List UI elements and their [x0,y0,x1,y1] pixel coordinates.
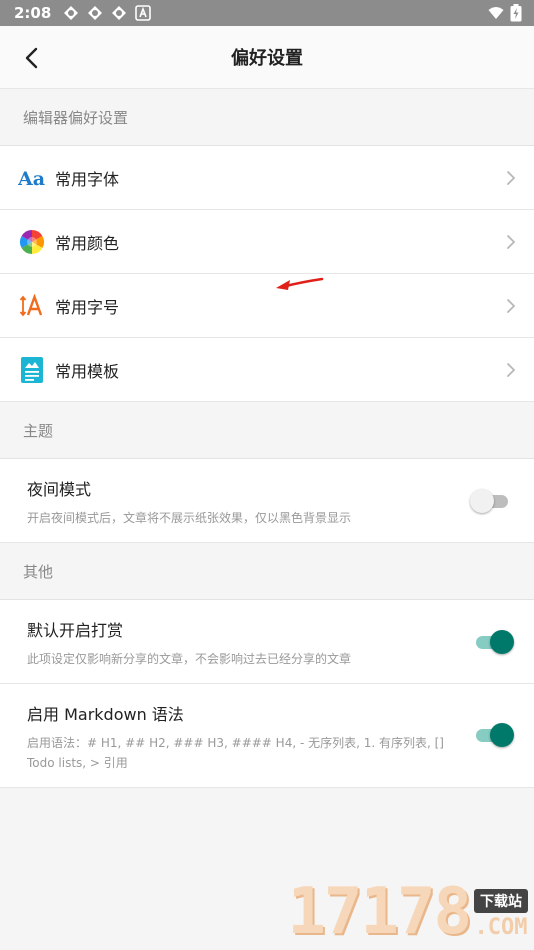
menu-item-label: 常用字体 [55,169,120,189]
setting-description: 此项设定仅影响新分享的文章，不会影响过去已经分享的文章 [27,652,352,666]
default-reward-toggle[interactable] [472,629,514,655]
chevron-right-icon [507,299,516,313]
watermark-badge: 下载站 [474,889,528,913]
svg-text:Aa: Aa [18,168,45,189]
markdown-toggle[interactable] [472,722,514,748]
wifi-icon [488,7,504,19]
watermark-suffix: .COM [474,915,528,940]
notification-icon [112,6,127,20]
back-arrow-icon[interactable] [18,44,46,72]
setting-default-reward: 默认开启打赏 此项设定仅影响新分享的文章，不会影响过去已经分享的文章 [0,600,534,684]
red-arrow-annotation [276,277,324,290]
menu-item-label: 常用字号 [55,297,120,317]
font-icon: Aa [18,164,46,192]
night-mode-toggle[interactable] [470,488,512,514]
menu-item-template[interactable]: 常用模板 [0,338,534,402]
section-title-other: 其他 [0,543,534,600]
toggle-thumb [490,630,514,654]
notification-icon [88,6,103,20]
status-bar: 2:08 [0,0,534,26]
chevron-right-icon [507,235,516,249]
menu-item-color[interactable]: 常用颜色 [0,210,534,274]
toggle-thumb [490,723,514,747]
notification-icon [64,6,79,20]
status-time: 2:08 [14,4,52,22]
menu-item-font[interactable]: Aa 常用字体 [0,146,534,210]
setting-title: 夜间模式 [27,480,92,499]
setting-markdown: 启用 Markdown 语法 启用语法：# H1, ## H2, ### H3,… [0,684,534,788]
page-title: 偏好设置 [231,48,303,69]
menu-item-label: 常用模板 [55,361,120,381]
chevron-right-icon [507,363,516,377]
menu-item-font-size[interactable]: 常用字号 [0,274,534,338]
toggle-thumb [470,489,494,513]
section-title-theme: 主题 [0,402,534,459]
section-title-editor: 编辑器偏好设置 [0,89,534,146]
status-right [488,4,522,22]
setting-night-mode: 夜间模式 开启夜间模式后，文章将不展示纸张效果，仅以黑色背景显示 [0,459,534,543]
template-icon [18,356,46,384]
watermark-logo: 17178 下载站 .COM [287,880,528,944]
watermark-right: 下载站 .COM [474,889,528,940]
setting-title: 启用 Markdown 语法 [27,705,184,724]
app-header: 偏好设置 [0,26,534,89]
battery-icon [510,4,522,22]
setting-description: 启用语法：# H1, ## H2, ### H3, #### H4, - 无序列… [27,736,444,770]
font-size-icon [18,292,46,320]
app-a-icon [135,5,152,21]
color-wheel-icon [18,228,46,256]
chevron-right-icon [507,171,516,185]
status-left: 2:08 [14,4,152,22]
setting-description: 开启夜间模式后，文章将不展示纸张效果，仅以黑色背景显示 [27,511,352,525]
setting-title: 默认开启打赏 [27,621,124,640]
menu-item-label: 常用颜色 [55,233,120,253]
watermark-number: 17178 [287,875,472,949]
